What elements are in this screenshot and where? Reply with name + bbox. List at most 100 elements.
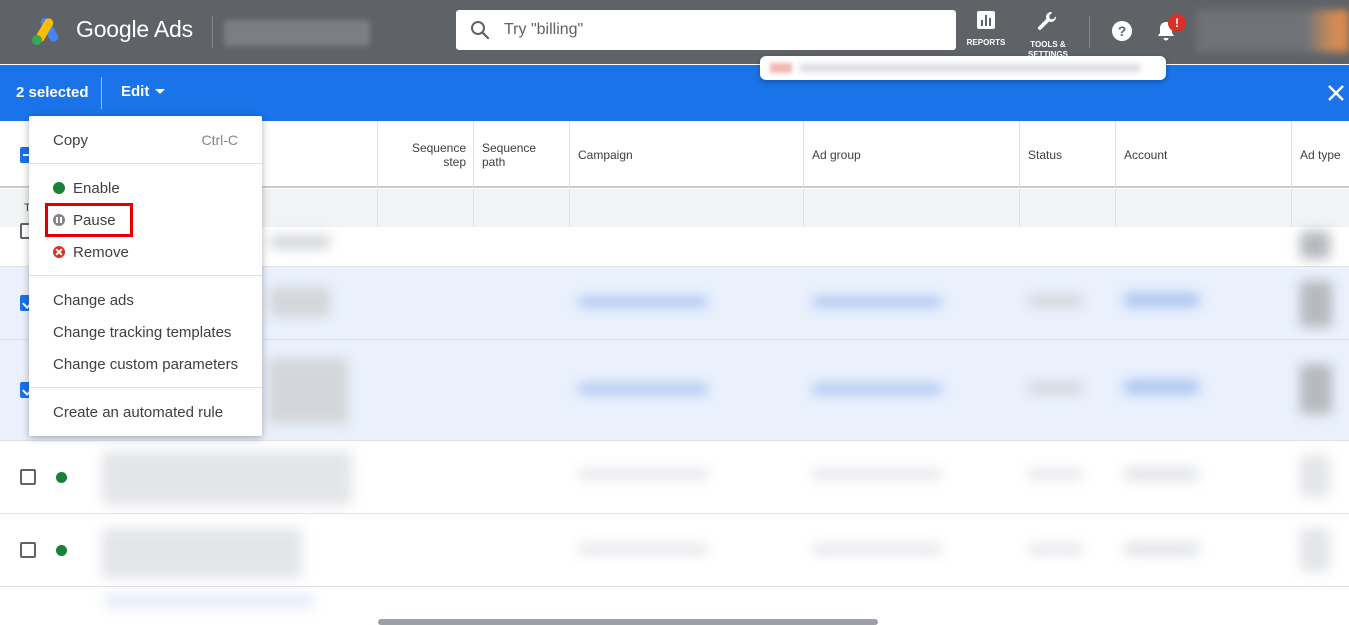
search-box[interactable] xyxy=(456,10,956,50)
menu-item-label: Remove xyxy=(73,243,129,261)
row-checkbox[interactable] xyxy=(20,469,36,485)
divider xyxy=(803,189,804,227)
notification-toast[interactable] xyxy=(760,56,1166,80)
account-name[interactable] xyxy=(224,20,370,46)
divider xyxy=(212,16,213,48)
column-header-ad-group[interactable]: Ad group xyxy=(803,121,1020,188)
divider xyxy=(1019,189,1020,227)
ad-type-cell xyxy=(1300,455,1330,497)
ad-type-cell xyxy=(1300,281,1332,327)
remove-icon xyxy=(53,246,65,258)
row-cell-blurred xyxy=(268,358,348,424)
wrench-icon xyxy=(1037,12,1057,30)
status-enabled-icon xyxy=(56,545,67,556)
campaign-link[interactable] xyxy=(578,384,708,394)
divider xyxy=(1291,189,1292,227)
column-header-sequence-step[interactable]: Sequence step xyxy=(377,121,474,188)
svg-text:?: ? xyxy=(1118,23,1127,39)
help-icon[interactable]: ? xyxy=(1111,20,1133,42)
menu-item-label: Copy xyxy=(53,131,89,149)
menu-item-pause[interactable]: Pause xyxy=(29,204,262,236)
pause-icon xyxy=(53,214,65,226)
ad-preview-blurred[interactable] xyxy=(102,451,352,505)
search-input[interactable] xyxy=(504,10,944,50)
ad-group-link[interactable] xyxy=(812,469,942,479)
menu-item-label: Change tracking templates xyxy=(53,323,232,341)
row-cell-blurred xyxy=(270,287,330,317)
close-icon[interactable] xyxy=(1326,83,1346,103)
ad-type-cell xyxy=(1300,528,1330,572)
toast-icon xyxy=(770,63,792,73)
ad-group-link[interactable] xyxy=(812,297,942,307)
keyboard-shortcut: Ctrl-C xyxy=(201,132,238,148)
column-header-ad-type[interactable]: Ad type xyxy=(1291,121,1349,188)
caret-down-icon xyxy=(155,89,166,94)
menu-item-copy[interactable]: Copy Ctrl-C xyxy=(29,124,262,156)
google-ads-logo-icon[interactable] xyxy=(30,16,64,46)
tools-label-line1: TOOLS & xyxy=(1030,40,1066,49)
menu-item-change-ads[interactable]: Change ads xyxy=(29,284,262,316)
divider xyxy=(473,189,474,227)
reports-button[interactable]: REPORTS xyxy=(966,10,1006,58)
row-cell-blurred xyxy=(270,235,330,249)
menu-item-change-custom-parameters[interactable]: Change custom parameters xyxy=(29,348,262,380)
menu-item-label: Pause xyxy=(73,211,116,229)
ad-type-cell xyxy=(1300,364,1332,414)
divider xyxy=(29,275,262,276)
menu-item-label: Create an automated rule xyxy=(53,403,224,421)
edit-label: Edit xyxy=(121,83,150,100)
tools-settings-button[interactable]: TOOLS & SETTINGS xyxy=(1025,10,1071,59)
menu-item-enable[interactable]: Enable xyxy=(29,172,262,204)
brand-name: Google Ads xyxy=(76,16,193,42)
table-row[interactable] xyxy=(0,514,1349,587)
menu-item-remove[interactable]: Remove xyxy=(29,236,262,268)
row-cell-blurred xyxy=(104,594,314,608)
divider xyxy=(1115,189,1116,227)
menu-item-change-tracking-templates[interactable]: Change tracking templates xyxy=(29,316,262,348)
campaign-link[interactable] xyxy=(578,297,708,307)
menu-item-label: Enable xyxy=(73,179,120,197)
row-checkbox[interactable] xyxy=(20,542,36,558)
divider xyxy=(29,163,262,164)
reports-label: REPORTS xyxy=(966,38,1006,47)
enable-icon xyxy=(53,182,65,194)
toast-message xyxy=(800,64,1140,72)
status-cell xyxy=(1028,544,1083,554)
notification-badge: ! xyxy=(1168,14,1186,32)
account-cell xyxy=(1124,380,1199,394)
reports-icon xyxy=(977,11,995,29)
edit-dropdown-button[interactable]: Edit xyxy=(121,83,166,100)
status-enabled-icon xyxy=(56,472,67,483)
divider xyxy=(101,77,102,109)
column-header-account[interactable]: Account xyxy=(1115,121,1292,188)
account-cell xyxy=(1124,542,1199,556)
status-cell xyxy=(1028,469,1083,479)
divider xyxy=(29,387,262,388)
ad-group-link[interactable] xyxy=(812,384,942,394)
divider xyxy=(569,189,570,227)
selected-count: 2 selected xyxy=(16,84,89,101)
horizontal-scrollbar[interactable] xyxy=(378,619,878,625)
row-cell-blurred xyxy=(1300,231,1330,259)
account-cell xyxy=(1124,467,1199,481)
ad-group-link[interactable] xyxy=(812,544,942,554)
menu-item-create-automated-rule[interactable]: Create an automated rule xyxy=(29,396,262,428)
table-row[interactable] xyxy=(0,441,1349,514)
edit-dropdown-menu: Copy Ctrl-C Enable Pause Remove Change a… xyxy=(29,116,262,436)
status-cell xyxy=(1028,382,1083,394)
column-header-status[interactable]: Status xyxy=(1019,121,1116,188)
menu-item-label: Change ads xyxy=(53,291,134,309)
account-cell xyxy=(1124,293,1199,307)
column-header-sequence-path[interactable]: Sequence path xyxy=(473,121,570,188)
campaign-link[interactable] xyxy=(578,469,708,479)
column-header-campaign[interactable]: Campaign xyxy=(569,121,804,188)
campaign-link[interactable] xyxy=(578,544,708,554)
divider xyxy=(1089,16,1090,48)
divider xyxy=(377,189,378,227)
menu-item-label: Change custom parameters xyxy=(53,355,239,373)
status-cell xyxy=(1028,295,1083,307)
user-account-menu[interactable] xyxy=(1196,10,1349,52)
search-icon xyxy=(471,21,490,40)
top-bar: Google Ads REPORTS TOOLS & SETTINGS ? ! xyxy=(0,0,1349,64)
ad-preview-blurred[interactable] xyxy=(102,528,302,578)
